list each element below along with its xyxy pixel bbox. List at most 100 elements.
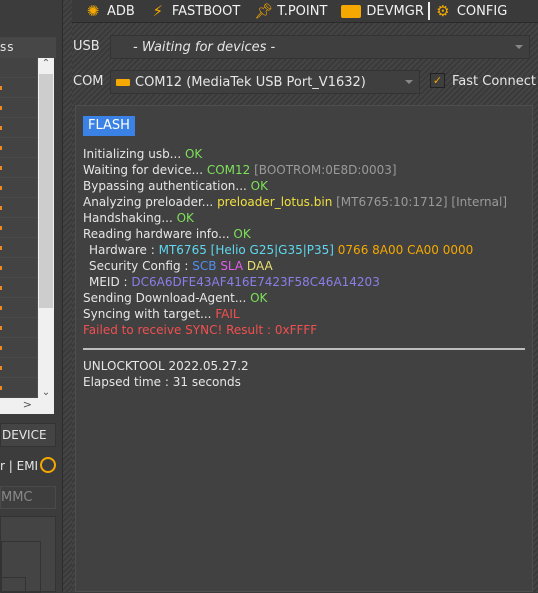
left-panel: ss ⌃ ⌄ > DEVICE r | EMI MMC [0,0,62,593]
scroll-down-button[interactable]: ⌄ [38,387,54,398]
log-segment: Sending Download-Agent... [83,291,251,305]
pin-icon: 📌︎ [254,2,274,20]
flash-badge: FLASH [83,116,135,136]
emi-label: r | EMI [0,459,39,473]
log-segment: Syncing with target... [83,307,216,321]
log-line: Reading hardware info... OK [83,226,525,242]
list-item[interactable] [0,298,37,318]
tpoint-label: T.POINT [277,3,328,19]
list-item[interactable] [0,78,37,98]
fast-connect-checkbox[interactable]: ✓ [430,73,445,88]
list-item[interactable] [0,218,37,238]
device-button[interactable]: DEVICE [0,423,56,447]
list-item[interactable] [0,378,37,398]
list-item[interactable] [0,58,37,78]
bug-icon: ✺ [86,2,100,20]
list-item[interactable] [0,198,37,218]
log-segment: [BOOTROM:0E8D:0003] [250,163,397,177]
log-output: FLASH Initializing usb... OK Waiting for… [75,105,533,592]
list-item[interactable] [0,338,37,358]
list-item[interactable] [0,278,37,298]
lightning-icon: ⚡ [152,2,164,20]
log-segment: OK [250,179,268,193]
gear-icon: ⚙ [436,2,450,20]
list-item[interactable] [0,238,37,258]
toolbox-icon [341,4,362,18]
log-line: Bypassing authentication... OK [83,178,525,194]
log-segment: 0766 8A00 CA00 0000 [333,243,474,257]
list-item[interactable] [0,318,37,338]
log-line: Sending Download-Agent... OK [83,290,525,306]
log-segment: OK [233,227,251,241]
list-item[interactable] [0,258,37,278]
log-segment: Security Config : [89,259,193,273]
status-dot [0,346,2,350]
log-segment: Bypassing authentication... [83,179,251,193]
toolbar-separator [427,2,430,20]
com-label: COM [73,74,104,89]
status-dot [0,266,2,270]
main-panel: ✺ ADB ⚡ FASTBOOT 📌︎ T.POINT DEVMGR ⚙ CONFIG … [72,0,538,592]
usb-label: USB [73,39,100,54]
usb-dropdown[interactable]: - Waiting for devices - [110,35,530,59]
log-segment: OK [176,211,194,225]
splitter[interactable] [62,0,72,592]
adb-button[interactable]: ✺ ADB [84,2,135,20]
vertical-scrollbar[interactable]: ⌃ ⌄ [38,58,54,398]
log-line: Analyzing preloader... preloader_lotus.b… [83,194,525,210]
config-label: CONFIG [456,3,508,19]
log-segment: Handshaking... [83,211,177,225]
log-segment: MEID : [89,275,132,289]
fastboot-label: FASTBOOT [171,3,241,19]
log-segment: Waiting for device... [83,163,207,177]
log-segment: MT6765 [Helio G25|G35|P35] [158,243,334,257]
log-line: Security Config : SCB SLA DAA [83,258,525,274]
tpoint-button[interactable]: 📌︎ T.POINT [254,2,327,20]
list-item[interactable] [0,158,37,178]
options-panel [0,516,56,593]
list-item[interactable] [0,138,37,158]
status-dot [0,246,2,250]
log-segment: preloader_lotus.bin [217,195,333,209]
device-list[interactable] [0,58,38,398]
log-divider [83,348,525,350]
scroll-up-button[interactable]: ⌃ [38,58,54,74]
serial-port-icon [116,78,130,86]
column-header[interactable]: ss [0,37,56,58]
status-dot [0,306,2,310]
storage-value: MMC [1,490,33,505]
emi-radio[interactable] [40,457,56,473]
list-item[interactable] [0,178,37,198]
devmgr-button[interactable]: DEVMGR [341,4,424,19]
log-segment: Analyzing preloader... [83,195,218,209]
status-dot [0,326,2,330]
log-segment: SCB [192,259,217,273]
log-segment: SLA [216,259,244,273]
status-dot [0,106,2,110]
status-dot [0,186,2,190]
list-item[interactable] [0,118,37,138]
com-dropdown[interactable]: COM12 (MediaTek USB Port_V1632) [110,70,420,94]
list-item[interactable] [0,98,37,118]
log-segment: Initializing usb... [83,147,185,161]
fastboot-button[interactable]: ⚡ FASTBOOT [149,2,241,20]
log-line: Waiting for device... COM12 [BOOTROM:0E8… [83,162,525,178]
log-line: Handshaking... OK [83,210,525,226]
log-segment: DAA [243,259,273,273]
version-line: UNLOCKTOOL 2022.05.27.2 [83,359,249,373]
log-segment: Hardware : [89,243,159,257]
fast-connect-label[interactable]: Fast Connect [452,74,536,89]
usb-value: - Waiting for devices - [133,39,276,55]
horizontal-scrollbar[interactable]: > [0,398,54,414]
log-segment: FAIL [215,307,240,321]
list-item[interactable] [0,358,37,378]
config-button[interactable]: ⚙ CONFIG [434,2,507,20]
scroll-thumb[interactable] [39,74,53,308]
log-segment: [MT6765:10:1712] [Internal] [332,195,508,209]
log-segment: DC6A6DFE43AF416E7423F58C46A14203 [131,275,380,289]
chevron-down-icon [515,45,523,49]
storage-dropdown[interactable]: MMC [0,486,56,509]
log-error-line: Failed to receive SYNC! Result : 0xFFFF [83,323,318,337]
adb-label: ADB [107,3,135,19]
toolbar: ✺ ADB ⚡ FASTBOOT 📌︎ T.POINT DEVMGR ⚙ CONFIG [72,0,538,23]
